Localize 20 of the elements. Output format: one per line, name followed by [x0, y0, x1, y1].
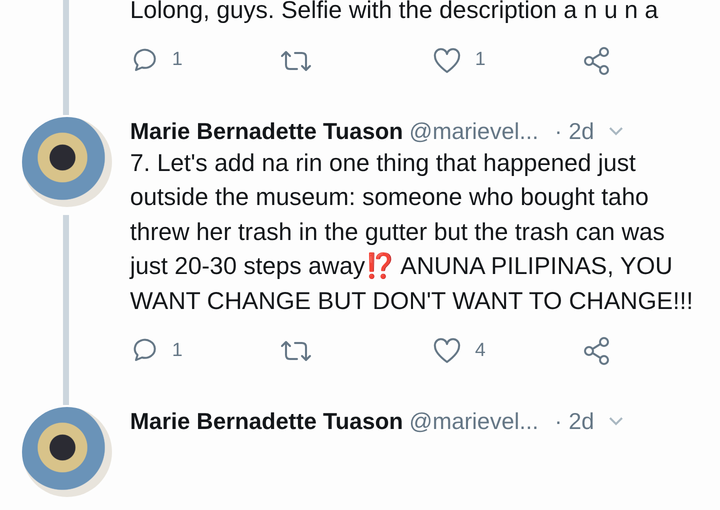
like-button[interactable]: 1 [433, 46, 583, 75]
share-button[interactable] [583, 336, 611, 366]
author-handle: @marievel... [409, 116, 539, 146]
author-name: Marie Bernadette Tuason [130, 116, 404, 146]
like-button[interactable]: 4 [433, 336, 583, 366]
retweet-icon [280, 48, 312, 72]
retweet-icon [280, 339, 312, 363]
heart-icon [433, 338, 461, 364]
heart-icon [433, 48, 461, 74]
tweet-time: · 2d [554, 407, 594, 436]
tweet-text: 7. Let's add na rin one thing that happened just outside the museum: someone who bought taho threw her trash in the gutter but the trash can was just 20-30 steps away⁉ ANUNA PILIPINAS, YOU WANT CHANGE BUT DON'T WANT TO CHANGE!!! [130, 148, 694, 316]
tweet-text: Lolong, guys. Selfie with the description a n u n a [130, 0, 660, 26]
author-name: Marie Bernadette Tuason [130, 407, 404, 436]
share-icon [583, 46, 611, 76]
share-button[interactable] [583, 46, 611, 76]
reply-button[interactable]: 1 [130, 46, 280, 75]
share-icon [583, 336, 611, 366]
reply-button[interactable]: 1 [130, 336, 280, 366]
tweet-time: · 2d [554, 116, 594, 146]
author-handle: @marievel... [409, 407, 539, 436]
